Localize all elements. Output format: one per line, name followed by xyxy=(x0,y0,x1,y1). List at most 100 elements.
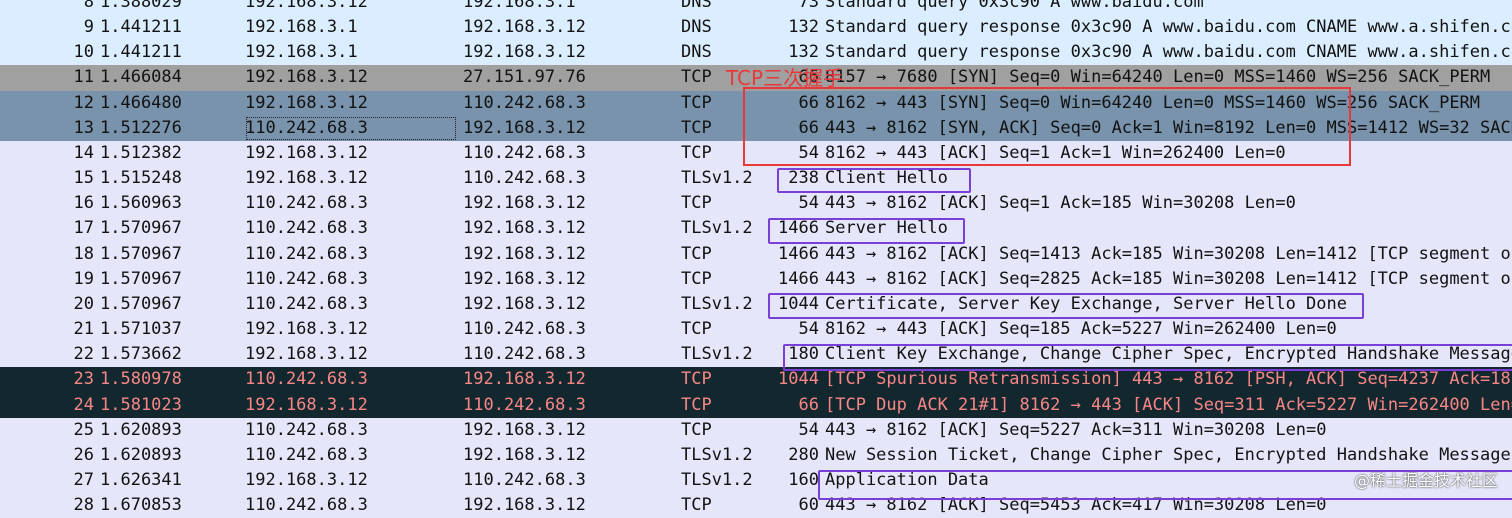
packet-destination: 27.151.97.76 xyxy=(463,67,586,88)
packet-destination: 110.242.68.3 xyxy=(463,344,586,365)
packet-length: 238 xyxy=(788,168,819,189)
packet-info: 443 → 8162 [ACK] Seq=1413 Ack=185 Win=30… xyxy=(825,243,1512,264)
packet-protocol: TCP xyxy=(681,419,712,440)
packet-length: 54 xyxy=(798,142,819,163)
packet-destination: 110.242.68.3 xyxy=(463,92,586,113)
packet-length: 66 xyxy=(798,92,819,113)
packet-number: 10 xyxy=(73,42,94,63)
packet-time: 1.512276 xyxy=(100,117,182,138)
packet-row-18[interactable]: 18 1.570967 110.242.68.3 192.168.3.12 TC… xyxy=(0,241,1512,267)
packet-info: New Session Ticket, Change Cipher Spec, … xyxy=(825,444,1511,465)
packet-time: 1.512382 xyxy=(100,142,182,163)
packet-row-8[interactable]: 8 1.388029 192.168.3.12 192.168.3.1 DNS … xyxy=(0,0,1512,16)
packet-length: 73 xyxy=(798,0,819,12)
packet-destination: 192.168.3.12 xyxy=(463,369,586,390)
packet-row-28[interactable]: 28 1.670853 110.242.68.3 192.168.3.12 TC… xyxy=(0,493,1512,518)
packet-info: 443 → 8162 [ACK] Seq=5453 Ack=417 Win=30… xyxy=(825,495,1327,516)
packet-protocol: TLSv1.2 xyxy=(681,218,753,239)
packet-time: 1.573662 xyxy=(100,344,182,365)
watermark: @稀土掘金技术社区 xyxy=(1353,471,1498,490)
packet-destination: 192.168.3.12 xyxy=(463,495,586,516)
packet-length: 66 xyxy=(798,394,819,415)
packet-row-15[interactable]: 15 1.515248 192.168.3.12 110.242.68.3 TL… xyxy=(0,166,1512,192)
packet-time: 1.581023 xyxy=(100,394,182,415)
packet-row-9[interactable]: 9 1.441211 192.168.3.1 192.168.3.12 DNS … xyxy=(0,15,1512,41)
packet-destination: 110.242.68.3 xyxy=(463,319,586,340)
packet-time: 1.388029 xyxy=(100,0,182,12)
packet-row-16[interactable]: 16 1.560963 110.242.68.3 192.168.3.12 TC… xyxy=(0,191,1512,217)
packet-protocol: DNS xyxy=(681,17,712,38)
packet-row-24[interactable]: 24 1.581023 192.168.3.12 110.242.68.3 TC… xyxy=(0,392,1512,418)
packet-info: 8162 → 443 [ACK] Seq=185 Ack=5227 Win=26… xyxy=(825,319,1337,340)
packet-protocol: TCP xyxy=(681,319,712,340)
packet-source: 110.242.68.3 xyxy=(245,218,368,239)
packet-time: 1.466084 xyxy=(100,67,182,88)
packet-source: 192.168.3.1 xyxy=(245,42,358,63)
packet-number: 27 xyxy=(73,469,94,490)
packet-source: 110.242.68.3 xyxy=(245,444,368,465)
packet-number: 21 xyxy=(73,319,94,340)
packet-time: 1.626341 xyxy=(100,469,182,490)
packet-time: 1.441211 xyxy=(100,42,182,63)
packet-row-13[interactable]: 13 1.512276 110.242.68.3 192.168.3.12 TC… xyxy=(0,115,1512,141)
packet-row-19[interactable]: 19 1.570967 110.242.68.3 192.168.3.12 TC… xyxy=(0,266,1512,292)
packet-number: 9 xyxy=(83,17,94,38)
packet-source: 192.168.3.12 xyxy=(245,394,368,415)
packet-length: 1044 xyxy=(778,293,819,314)
packet-number: 13 xyxy=(73,117,94,138)
packet-row-23[interactable]: 23 1.580978 110.242.68.3 192.168.3.12 TC… xyxy=(0,367,1512,393)
packet-info: 443 → 8162 [ACK] Seq=1 Ack=185 Win=30208… xyxy=(825,193,1296,214)
packet-number: 8 xyxy=(83,0,94,12)
packet-source: 110.242.68.3 xyxy=(245,419,368,440)
packet-info: 8157 → 7680 [SYN] Seq=0 Win=64240 Len=0 … xyxy=(825,67,1491,88)
packet-destination: 192.168.3.12 xyxy=(463,218,586,239)
packet-source: 110.242.68.3 xyxy=(245,243,368,264)
packet-protocol: TCP xyxy=(681,193,712,214)
packet-info: [TCP Dup ACK 21#1] 8162 → 443 [ACK] Seq=… xyxy=(825,394,1512,415)
packet-number: 14 xyxy=(73,142,94,163)
packet-number: 11 xyxy=(73,67,94,88)
packet-destination: 192.168.3.12 xyxy=(463,268,586,289)
packet-row-12[interactable]: 12 1.466480 192.168.3.12 110.242.68.3 TC… xyxy=(0,90,1512,116)
packet-info: Client Hello xyxy=(825,168,948,189)
packet-info: Standard query response 0x3c90 A www.bai… xyxy=(825,42,1512,63)
packet-number: 12 xyxy=(73,92,94,113)
packet-row-14[interactable]: 14 1.512382 192.168.3.12 110.242.68.3 TC… xyxy=(0,140,1512,167)
packet-destination: 192.168.3.12 xyxy=(463,293,586,314)
packet-row-27[interactable]: 27 1.626341 192.168.3.12 110.242.68.3 TL… xyxy=(0,467,1512,494)
packet-row-25[interactable]: 25 1.620893 110.242.68.3 192.168.3.12 TC… xyxy=(0,417,1512,443)
packet-protocol: TCP xyxy=(681,369,712,390)
packet-destination: 192.168.3.12 xyxy=(463,17,586,38)
packet-time: 1.570967 xyxy=(100,293,182,314)
packet-row-21[interactable]: 21 1.571037 192.168.3.12 110.242.68.3 TC… xyxy=(0,317,1512,343)
packet-length: 1044 xyxy=(778,369,819,390)
packet-number: 23 xyxy=(73,369,94,390)
packet-source: 110.242.68.3 xyxy=(245,293,368,314)
packet-length: 60 xyxy=(798,495,819,516)
packet-info: 443 → 8162 [SYN, ACK] Seq=0 Ack=1 Win=81… xyxy=(825,117,1512,138)
packet-length: 280 xyxy=(788,444,819,465)
packet-length: 54 xyxy=(798,419,819,440)
packet-number: 24 xyxy=(73,394,94,415)
packet-length: 180 xyxy=(788,344,819,365)
packet-protocol: TLSv1.2 xyxy=(681,469,753,490)
packet-protocol: TCP xyxy=(681,243,712,264)
packet-row-17[interactable]: 17 1.570967 110.242.68.3 192.168.3.12 TL… xyxy=(0,216,1512,242)
packet-time: 1.620893 xyxy=(100,444,182,465)
packet-source: 192.168.3.12 xyxy=(245,319,368,340)
packet-row-26[interactable]: 26 1.620893 110.242.68.3 192.168.3.12 TL… xyxy=(0,442,1512,468)
packet-length: 66 xyxy=(798,117,819,138)
packet-length: 1466 xyxy=(778,268,819,289)
packet-info: Standard query 0x3c90 A www.baidu.com xyxy=(825,0,1204,12)
packet-info: Standard query response 0x3c90 A www.bai… xyxy=(825,17,1512,38)
packet-row-22[interactable]: 22 1.573662 192.168.3.12 110.242.68.3 TL… xyxy=(0,342,1512,368)
packet-info: Client Key Exchange, Change Cipher Spec,… xyxy=(825,344,1512,365)
packet-length: 1466 xyxy=(778,243,819,264)
packet-number: 20 xyxy=(73,293,94,314)
packet-protocol: TCP xyxy=(681,394,712,415)
packet-time: 1.620893 xyxy=(100,419,182,440)
packet-number: 17 xyxy=(73,218,94,239)
packet-row-20[interactable]: 20 1.570967 110.242.68.3 192.168.3.12 TL… xyxy=(0,291,1512,318)
packet-time: 1.570967 xyxy=(100,268,182,289)
packet-protocol: TCP xyxy=(681,92,712,113)
